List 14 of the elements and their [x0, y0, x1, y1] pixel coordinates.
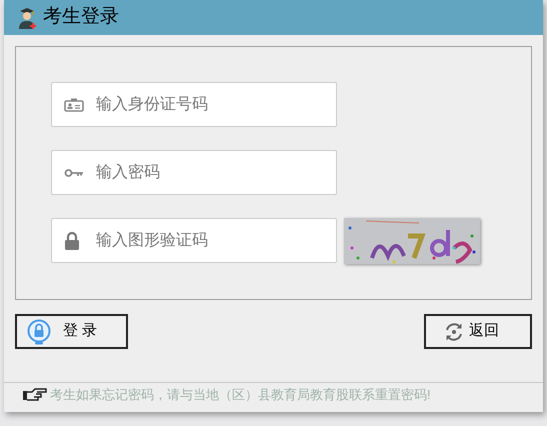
footer-note: 考生如果忘记密码，请与当地（区）县教育局教育股联系重置密码!: [50, 386, 431, 404]
lock-icon: [27, 318, 51, 344]
key-icon: [64, 168, 84, 178]
login-button[interactable]: 登 录: [15, 314, 128, 349]
input-field[interactable]: 输入密码: [51, 150, 337, 195]
id-card-icon: [64, 98, 84, 112]
window-title: 考生登录: [43, 5, 119, 30]
graduate-icon: [17, 6, 39, 30]
lock-icon: [64, 230, 80, 250]
input-field[interactable]: 输入图形验证码: [51, 218, 337, 263]
pointing-hand-icon: [22, 388, 48, 402]
back-button[interactable]: 返回: [424, 314, 532, 349]
refresh-icon: [444, 322, 464, 342]
input-field[interactable]: 输入身份证号码: [51, 82, 337, 127]
